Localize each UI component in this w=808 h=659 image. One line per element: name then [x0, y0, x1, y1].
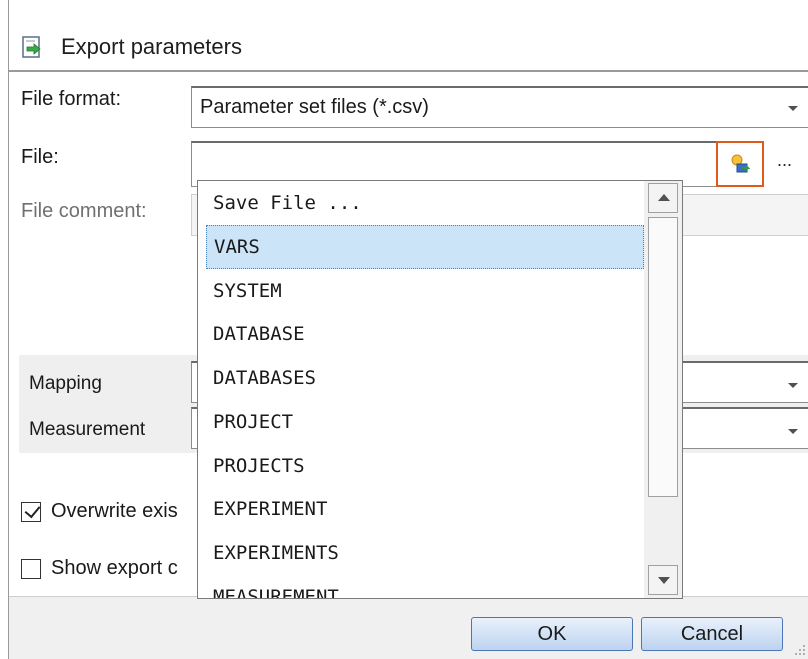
dialog-footer: OK Cancel [9, 596, 808, 659]
arrow-up-icon [658, 194, 670, 201]
title-bar: Export parameters [9, 0, 808, 72]
overwrite-label: Overwrite exis [51, 500, 178, 522]
list-item-selected[interactable]: VARS [206, 225, 644, 269]
list-item[interactable]: EXPERIMENT [198, 487, 644, 531]
list-item[interactable]: MEASUREMENT [198, 575, 644, 598]
list-item[interactable]: EXPERIMENTS [198, 531, 644, 575]
show-export-checkbox[interactable] [21, 559, 41, 579]
file-label: File: [21, 146, 59, 168]
dialog-title: Export parameters [61, 34, 242, 59]
show-export-label: Show export c [51, 557, 178, 579]
scroll-up-button[interactable] [648, 183, 678, 213]
chevron-down-icon[interactable] [788, 106, 798, 111]
browse-button[interactable]: ... [777, 150, 792, 171]
file-format-select[interactable]: Parameter set files (*.csv) [191, 86, 808, 128]
cancel-button[interactable]: Cancel [641, 617, 783, 651]
scrollbar-thumb[interactable] [648, 217, 678, 497]
list-item[interactable]: DATABASES [198, 356, 644, 400]
mapping-label: Mapping [29, 373, 102, 394]
chevron-down-icon[interactable] [788, 429, 798, 434]
list-item[interactable]: PROJECT [198, 400, 644, 444]
ok-button[interactable]: OK [471, 617, 633, 651]
list-item[interactable]: PROJECTS [198, 444, 644, 488]
variable-insert-button[interactable] [716, 141, 764, 187]
file-format-label: File format: [21, 88, 122, 110]
file-comment-label: File comment: [21, 200, 147, 222]
list-item[interactable]: Save File ... [198, 181, 644, 225]
check-icon [24, 501, 41, 519]
export-parameters-dialog: Export parameters File format: Parameter… [8, 0, 808, 659]
overwrite-checkbox[interactable] [21, 501, 41, 522]
list-item[interactable]: SYSTEM [198, 269, 644, 313]
export-arrow-icon [22, 36, 41, 58]
list-item[interactable]: DATABASE [198, 312, 644, 356]
resize-grip-icon[interactable] [793, 643, 807, 657]
file-format-value: Parameter set files (*.csv) [200, 96, 429, 118]
variable-dropdown-list[interactable]: Save File ... VARS SYSTEM DATABASE DATAB… [197, 180, 683, 599]
scroll-down-button[interactable] [648, 565, 678, 595]
arrow-down-icon [658, 577, 670, 584]
variable-icon [731, 154, 751, 173]
measurement-label: Measurement [29, 419, 146, 440]
chevron-down-icon[interactable] [788, 383, 798, 388]
dropdown-scrollbar[interactable] [644, 181, 682, 598]
